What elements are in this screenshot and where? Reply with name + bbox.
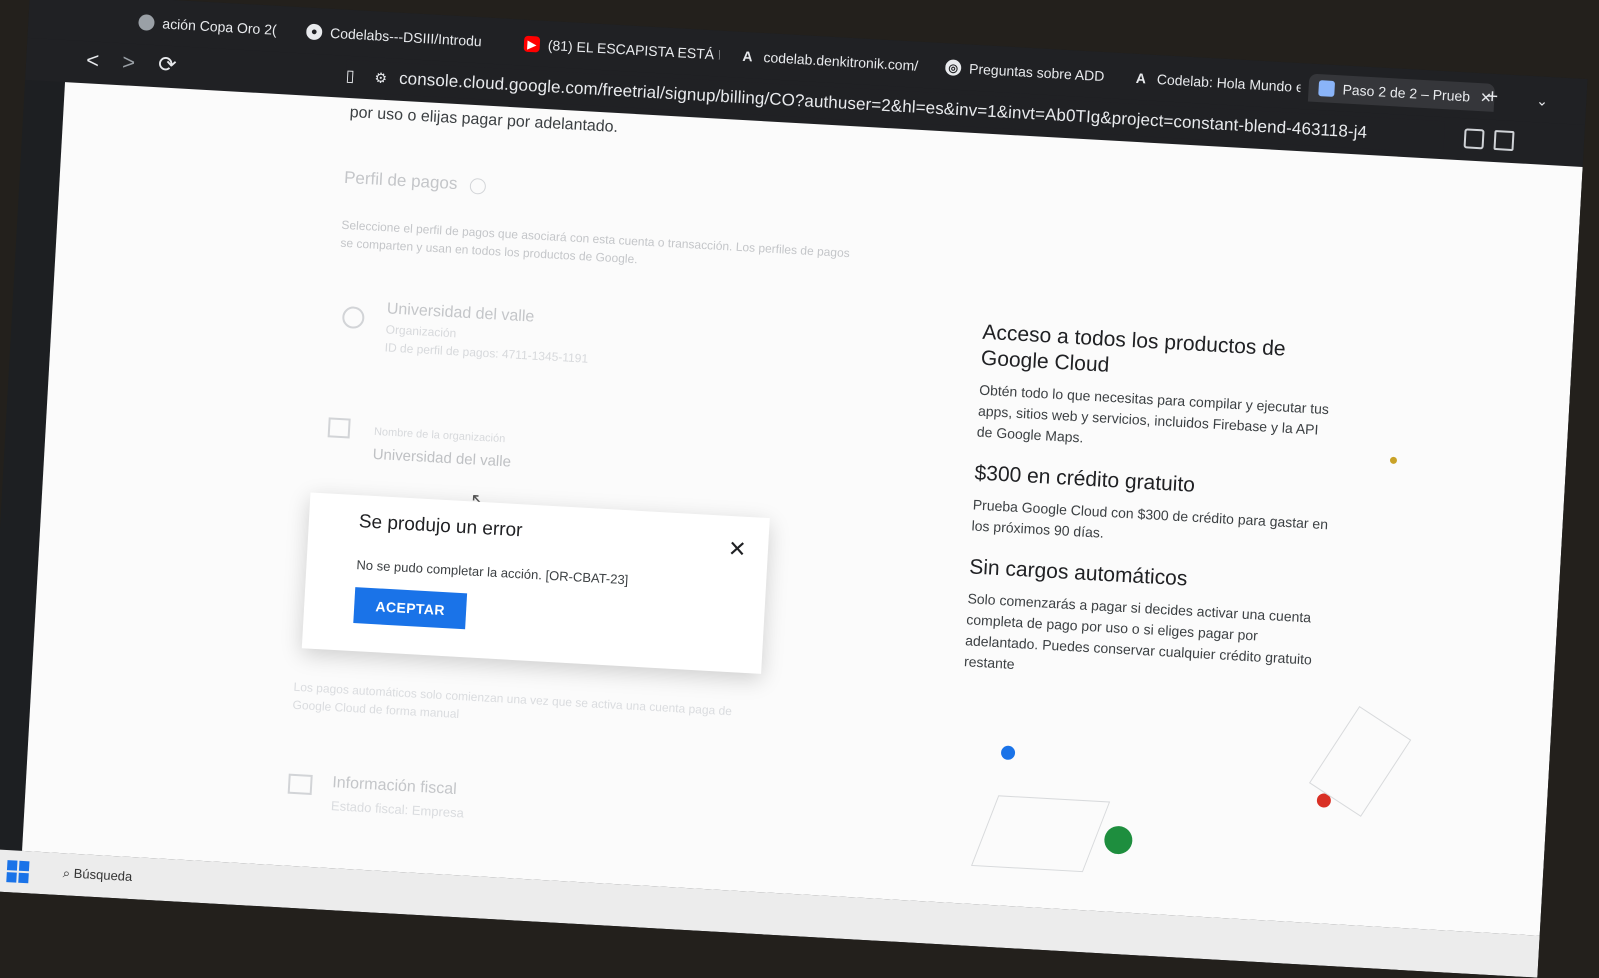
- monitor-screen: ación Copa Oro 2( ● Codelabs---DSIII/Int…: [0, 0, 1588, 978]
- tax-info-icon: [287, 773, 313, 795]
- error-dialog-title: Se produjo un error: [358, 511, 523, 542]
- windows-start-icon[interactable]: [6, 860, 30, 884]
- organization-field-label: Nombre de la organización: [373, 425, 506, 446]
- tab-codelab-hola-mundo[interactable]: A Codelab: Hola Mundo e: [1132, 64, 1301, 101]
- bookmark-icon[interactable]: ▯: [345, 66, 355, 86]
- site-settings-icon[interactable]: ⚙: [374, 69, 387, 87]
- free-trial-benefits: Acceso a todos los productos de Google C…: [962, 320, 1342, 711]
- payment-profile-id: ID de perfil de pagos: 4711-1345-1191: [384, 340, 589, 366]
- tab-label: (81) EL ESCAPISTA ESTÁ D: [547, 37, 721, 64]
- sidebar-icon[interactable]: [1493, 129, 1515, 152]
- youtube-icon: ▶: [523, 35, 541, 53]
- google-cloud-icon: [1318, 80, 1336, 97]
- info-icon[interactable]: [469, 177, 487, 195]
- new-tab-icon[interactable]: +: [1486, 85, 1499, 109]
- tax-info-title: Información fiscal: [331, 774, 458, 799]
- tab-preguntas-add[interactable]: ◎ Preguntas sobre ADD: [944, 53, 1115, 90]
- error-message: No se pudo completar la acción. [OR-CBAT…: [356, 557, 629, 588]
- extensions-icon[interactable]: [1463, 128, 1485, 150]
- payment-profile-heading: Perfil de pagos: [344, 168, 487, 196]
- forward-icon[interactable]: >: [121, 49, 136, 76]
- reload-icon[interactable]: ⟳: [157, 51, 177, 78]
- tab-paso-2[interactable]: Paso 2 de 2 – Prueb ✕: [1307, 73, 1496, 112]
- chevron-down-icon[interactable]: ⌄: [1536, 92, 1549, 110]
- radio-selected-icon[interactable]: [341, 305, 365, 330]
- decorative-dot-green: [1103, 825, 1134, 855]
- tab-label: Codelabs---DSIII/Introdu: [329, 24, 483, 50]
- tab-label: codelab.denkitronik.com/: [763, 49, 919, 74]
- close-icon[interactable]: ✕: [727, 536, 747, 562]
- tab-label: Paso 2 de 2 – Prueb: [1342, 81, 1471, 105]
- decorative-shape: [970, 795, 1111, 873]
- tab-copa-oro[interactable]: ación Copa Oro 2(: [138, 8, 279, 44]
- tab-label: Codelab: Hola Mundo e: [1156, 71, 1302, 96]
- benefit-text: Solo comenzarás a pagar si decides activ…: [963, 590, 1313, 672]
- taskbar-search-label: Búsqueda: [73, 865, 133, 885]
- generic-tab-icon: [138, 14, 155, 31]
- letter-a-icon: A: [1135, 69, 1147, 87]
- building-icon: [327, 417, 351, 439]
- search-icon: ⌕: [62, 865, 71, 881]
- tab-codelabs-github[interactable]: ● Codelabs---DSIII/Introdu: [305, 18, 502, 57]
- organization-field-value[interactable]: Universidad del valle: [372, 446, 511, 471]
- taskbar-search[interactable]: ⌕ Búsqueda: [62, 865, 132, 885]
- back-icon[interactable]: <: [86, 47, 100, 74]
- tab-label: Preguntas sobre ADD: [968, 60, 1105, 85]
- chat-icon: ◎: [944, 59, 962, 77]
- tab-denkitronik[interactable]: A codelab.denkitronik.com/: [739, 42, 926, 80]
- auto-payment-note: Los pagos automáticos solo comienzan una…: [292, 679, 733, 722]
- decorative-dot-blue: [1000, 745, 1016, 761]
- benefit-text: Prueba Google Cloud con $300 de crédito …: [971, 496, 1329, 541]
- benefit-text: Obtén todo lo que necesitas para compila…: [976, 381, 1330, 446]
- billing-page: por uso o elijas pagar por adelantado. P…: [22, 82, 1583, 936]
- letter-a-icon: A: [742, 47, 754, 65]
- tab-youtube[interactable]: ▶ (81) EL ESCAPISTA ESTÁ D: [523, 30, 720, 69]
- error-dialog: Se produjo un error ✕ No se pudo complet…: [301, 492, 770, 674]
- payment-profile-description: Seleccione el perfil de pagos que asocia…: [340, 217, 851, 267]
- benefit-title: Acceso a todos los productos de Google C…: [980, 320, 1287, 377]
- github-icon: ●: [305, 23, 323, 41]
- tab-label: ación Copa Oro 2(: [162, 15, 278, 38]
- payment-profile-title: Perfil de pagos: [343, 167, 458, 194]
- accept-button[interactable]: ACEPTAR: [353, 587, 468, 630]
- decorative-dot-yellow: [1389, 456, 1398, 465]
- organization-type: Organización: [385, 322, 457, 341]
- tax-status-text: Estado fiscal: Empresa: [330, 798, 465, 821]
